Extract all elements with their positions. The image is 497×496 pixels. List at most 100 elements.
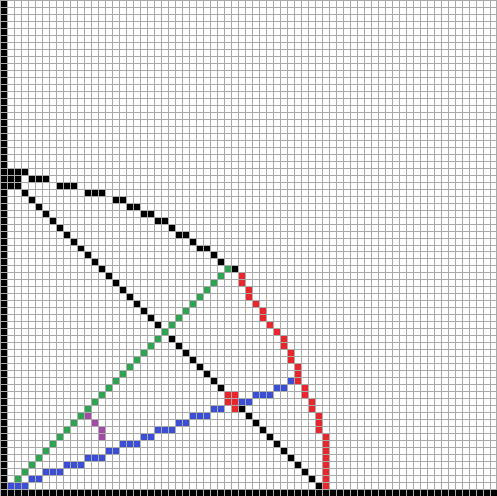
- red-arc-cell: [246, 294, 252, 300]
- border-bottom-cell: [449, 490, 455, 496]
- red-arc-cell: [295, 378, 301, 384]
- black-diagonal-cell: [85, 252, 91, 258]
- border-bottom-cell: [218, 490, 224, 496]
- black-diagonal-cell: [36, 204, 42, 210]
- black-arc-cell: [176, 232, 182, 238]
- black-diagonal-cell: [253, 420, 259, 426]
- border-left-cell: [1, 204, 7, 210]
- red-arc-cell: [232, 392, 238, 398]
- border-bottom-cell: [211, 490, 217, 496]
- purple-angle-cell: [92, 420, 98, 426]
- border-bottom-cell: [323, 490, 329, 496]
- green-line-cell: [176, 315, 182, 321]
- border-left-cell: [1, 392, 7, 398]
- border-bottom-cell: [351, 490, 357, 496]
- border-left-cell: [1, 232, 7, 238]
- border-left-cell: [1, 406, 7, 412]
- red-arc-cell: [246, 287, 252, 293]
- blue-line-cell: [218, 406, 224, 412]
- border-bottom-cell: [127, 490, 133, 496]
- blue-line-cell: [134, 441, 140, 447]
- border-left-cell: [1, 378, 7, 384]
- green-line-cell: [190, 301, 196, 307]
- black-arc-cell: [218, 259, 224, 265]
- black-arc-cell: [169, 225, 175, 231]
- blue-line-cell: [239, 399, 245, 405]
- red-arc-cell: [323, 462, 329, 468]
- green-line-cell: [162, 329, 168, 335]
- black-diagonal-cell: [64, 232, 70, 238]
- border-left-cell: [1, 218, 7, 224]
- border-left-cell: [1, 8, 7, 14]
- black-diagonal-cell: [22, 190, 28, 196]
- border-left-cell: [1, 57, 7, 63]
- border-left-cell: [1, 36, 7, 42]
- red-arc-cell: [281, 343, 287, 349]
- blue-line-cell: [113, 448, 119, 454]
- blue-line-cell: [92, 455, 98, 461]
- border-bottom-cell: [8, 490, 14, 496]
- border-left-cell: [1, 155, 7, 161]
- red-arc-cell: [316, 427, 322, 433]
- black-diagonal-cell: [148, 315, 154, 321]
- black-diagonal-cell: [183, 350, 189, 356]
- border-bottom-cell: [470, 490, 476, 496]
- grid-canvas: [0, 0, 497, 496]
- green-line-cell: [92, 399, 98, 405]
- border-bottom-cell: [379, 490, 385, 496]
- blue-line-cell: [50, 469, 56, 475]
- blue-line-cell: [8, 483, 14, 489]
- blue-line-cell: [211, 406, 217, 412]
- purple-angle-cell: [85, 413, 91, 419]
- border-left-cell: [1, 239, 7, 245]
- border-bottom-cell: [330, 490, 336, 496]
- black-arc-cell: [113, 197, 119, 203]
- border-bottom-cell: [302, 490, 308, 496]
- red-arc-cell: [239, 273, 245, 279]
- blue-line-cell: [120, 441, 126, 447]
- red-arc-cell: [323, 441, 329, 447]
- border-bottom-cell: [309, 490, 315, 496]
- border-bottom-cell: [344, 490, 350, 496]
- border-bottom-cell: [134, 490, 140, 496]
- black-arc-cell: [120, 197, 126, 203]
- blue-line-cell: [15, 483, 21, 489]
- green-line-cell: [64, 427, 70, 433]
- purple-angle-cell: [99, 427, 105, 433]
- black-arc-cell: [85, 190, 91, 196]
- border-bottom-cell: [400, 490, 406, 496]
- green-line-cell: [85, 406, 91, 412]
- border-left-cell: [1, 357, 7, 363]
- black-arc-cell: [43, 176, 49, 182]
- border-left-cell: [1, 71, 7, 77]
- blue-line-cell: [64, 462, 70, 468]
- blue-line-cell: [106, 448, 112, 454]
- black-diagonal-cell: [204, 371, 210, 377]
- border-left-cell: [1, 441, 7, 447]
- black-diagonal-cell: [43, 211, 49, 217]
- black-arc-cell: [8, 169, 14, 175]
- border-bottom-cell: [267, 490, 273, 496]
- black-arc-cell: [64, 183, 70, 189]
- black-diagonal-cell: [288, 455, 294, 461]
- border-bottom-cell: [71, 490, 77, 496]
- border-bottom-cell: [50, 490, 56, 496]
- border-bottom-cell: [29, 490, 35, 496]
- black-diagonal-cell: [246, 413, 252, 419]
- border-left-cell: [1, 197, 7, 203]
- border-left-cell: [1, 113, 7, 119]
- blue-line-cell: [22, 483, 28, 489]
- green-line-cell: [43, 448, 49, 454]
- black-arc-cell: [197, 246, 203, 251]
- black-diagonal-cell: [302, 469, 308, 475]
- black-diagonal-cell: [106, 273, 112, 279]
- border-left-cell: [1, 43, 7, 49]
- green-line-cell: [113, 378, 119, 384]
- border-bottom-cell: [288, 490, 294, 496]
- blue-line-cell: [36, 476, 42, 482]
- border-bottom-cell: [92, 490, 98, 496]
- red-arc-cell: [239, 280, 245, 286]
- blue-line-cell: [162, 427, 168, 433]
- border-bottom-cell: [85, 490, 91, 496]
- black-diagonal-cell: [309, 476, 315, 482]
